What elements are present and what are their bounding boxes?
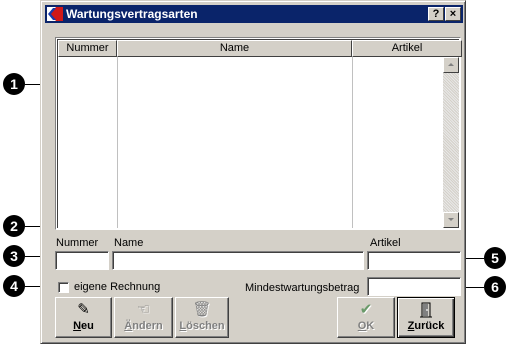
- loeschen-button[interactable]: 🗑 Löschen: [175, 297, 229, 338]
- name-field[interactable]: [112, 251, 364, 270]
- close-button[interactable]: ×: [445, 7, 461, 21]
- zurueck-button-label: Zurück: [407, 320, 445, 332]
- neu-button[interactable]: ✎ Neu: [55, 297, 112, 338]
- column-header-name[interactable]: Name: [117, 40, 352, 57]
- nummer-label: Nummer: [56, 237, 99, 249]
- eigene-rechnung-label[interactable]: eigene Rechnung: [74, 281, 160, 293]
- column-divider: [352, 57, 353, 228]
- window-title: Wartungsvertragsarten: [66, 7, 198, 21]
- callout-marker-3: 3: [3, 245, 25, 267]
- artikel-field[interactable]: [367, 251, 461, 270]
- pencil-new-icon: ✎: [77, 301, 90, 318]
- column-header-artikel[interactable]: Artikel: [352, 40, 462, 57]
- app-logo-icon: [47, 7, 63, 21]
- title-bar[interactable]: Wartungsvertragsarten ? ×: [45, 5, 463, 23]
- aendern-button-label: Ändern: [124, 320, 163, 332]
- column-header-nummer[interactable]: Nummer: [58, 40, 117, 57]
- callout-marker-5: 5: [484, 247, 506, 269]
- column-divider: [117, 57, 118, 228]
- aendern-button[interactable]: ☜ Ändern: [114, 297, 173, 338]
- contract-types-list[interactable]: Nummer Name Artikel: [55, 37, 462, 230]
- scroll-up-button[interactable]: [443, 57, 459, 73]
- trash-icon: 🗑: [192, 301, 212, 318]
- ok-button[interactable]: ✔ OK: [337, 297, 395, 338]
- neu-button-label: Neu: [73, 320, 94, 332]
- vertical-scrollbar[interactable]: [443, 57, 459, 228]
- callout-marker-1: 1: [3, 73, 25, 95]
- name-label: Name: [114, 237, 144, 249]
- help-button[interactable]: ?: [428, 7, 444, 21]
- nummer-field[interactable]: [55, 251, 109, 270]
- ok-button-label: OK: [357, 320, 375, 332]
- eigene-rechnung-checkbox[interactable]: [58, 282, 69, 293]
- mindestwartungsbetrag-label: Mindestwartungsbetrag: [245, 282, 360, 294]
- zurueck-button[interactable]: Zurück: [397, 297, 455, 338]
- artikel-label: Artikel: [370, 237, 401, 249]
- callout-marker-6: 6: [484, 276, 506, 298]
- checkmark-icon: ✔: [359, 301, 373, 318]
- loeschen-button-label: Löschen: [179, 320, 225, 332]
- arrow-down-icon: [448, 218, 454, 221]
- callout-marker-2: 2: [3, 215, 25, 237]
- hand-edit-icon: ☜: [136, 301, 151, 318]
- arrow-up-icon: [448, 63, 454, 66]
- scroll-down-button[interactable]: [443, 212, 459, 228]
- callout-marker-4: 4: [3, 275, 25, 297]
- mindestwartungsbetrag-field[interactable]: [367, 277, 461, 296]
- door-exit-icon: [398, 301, 454, 319]
